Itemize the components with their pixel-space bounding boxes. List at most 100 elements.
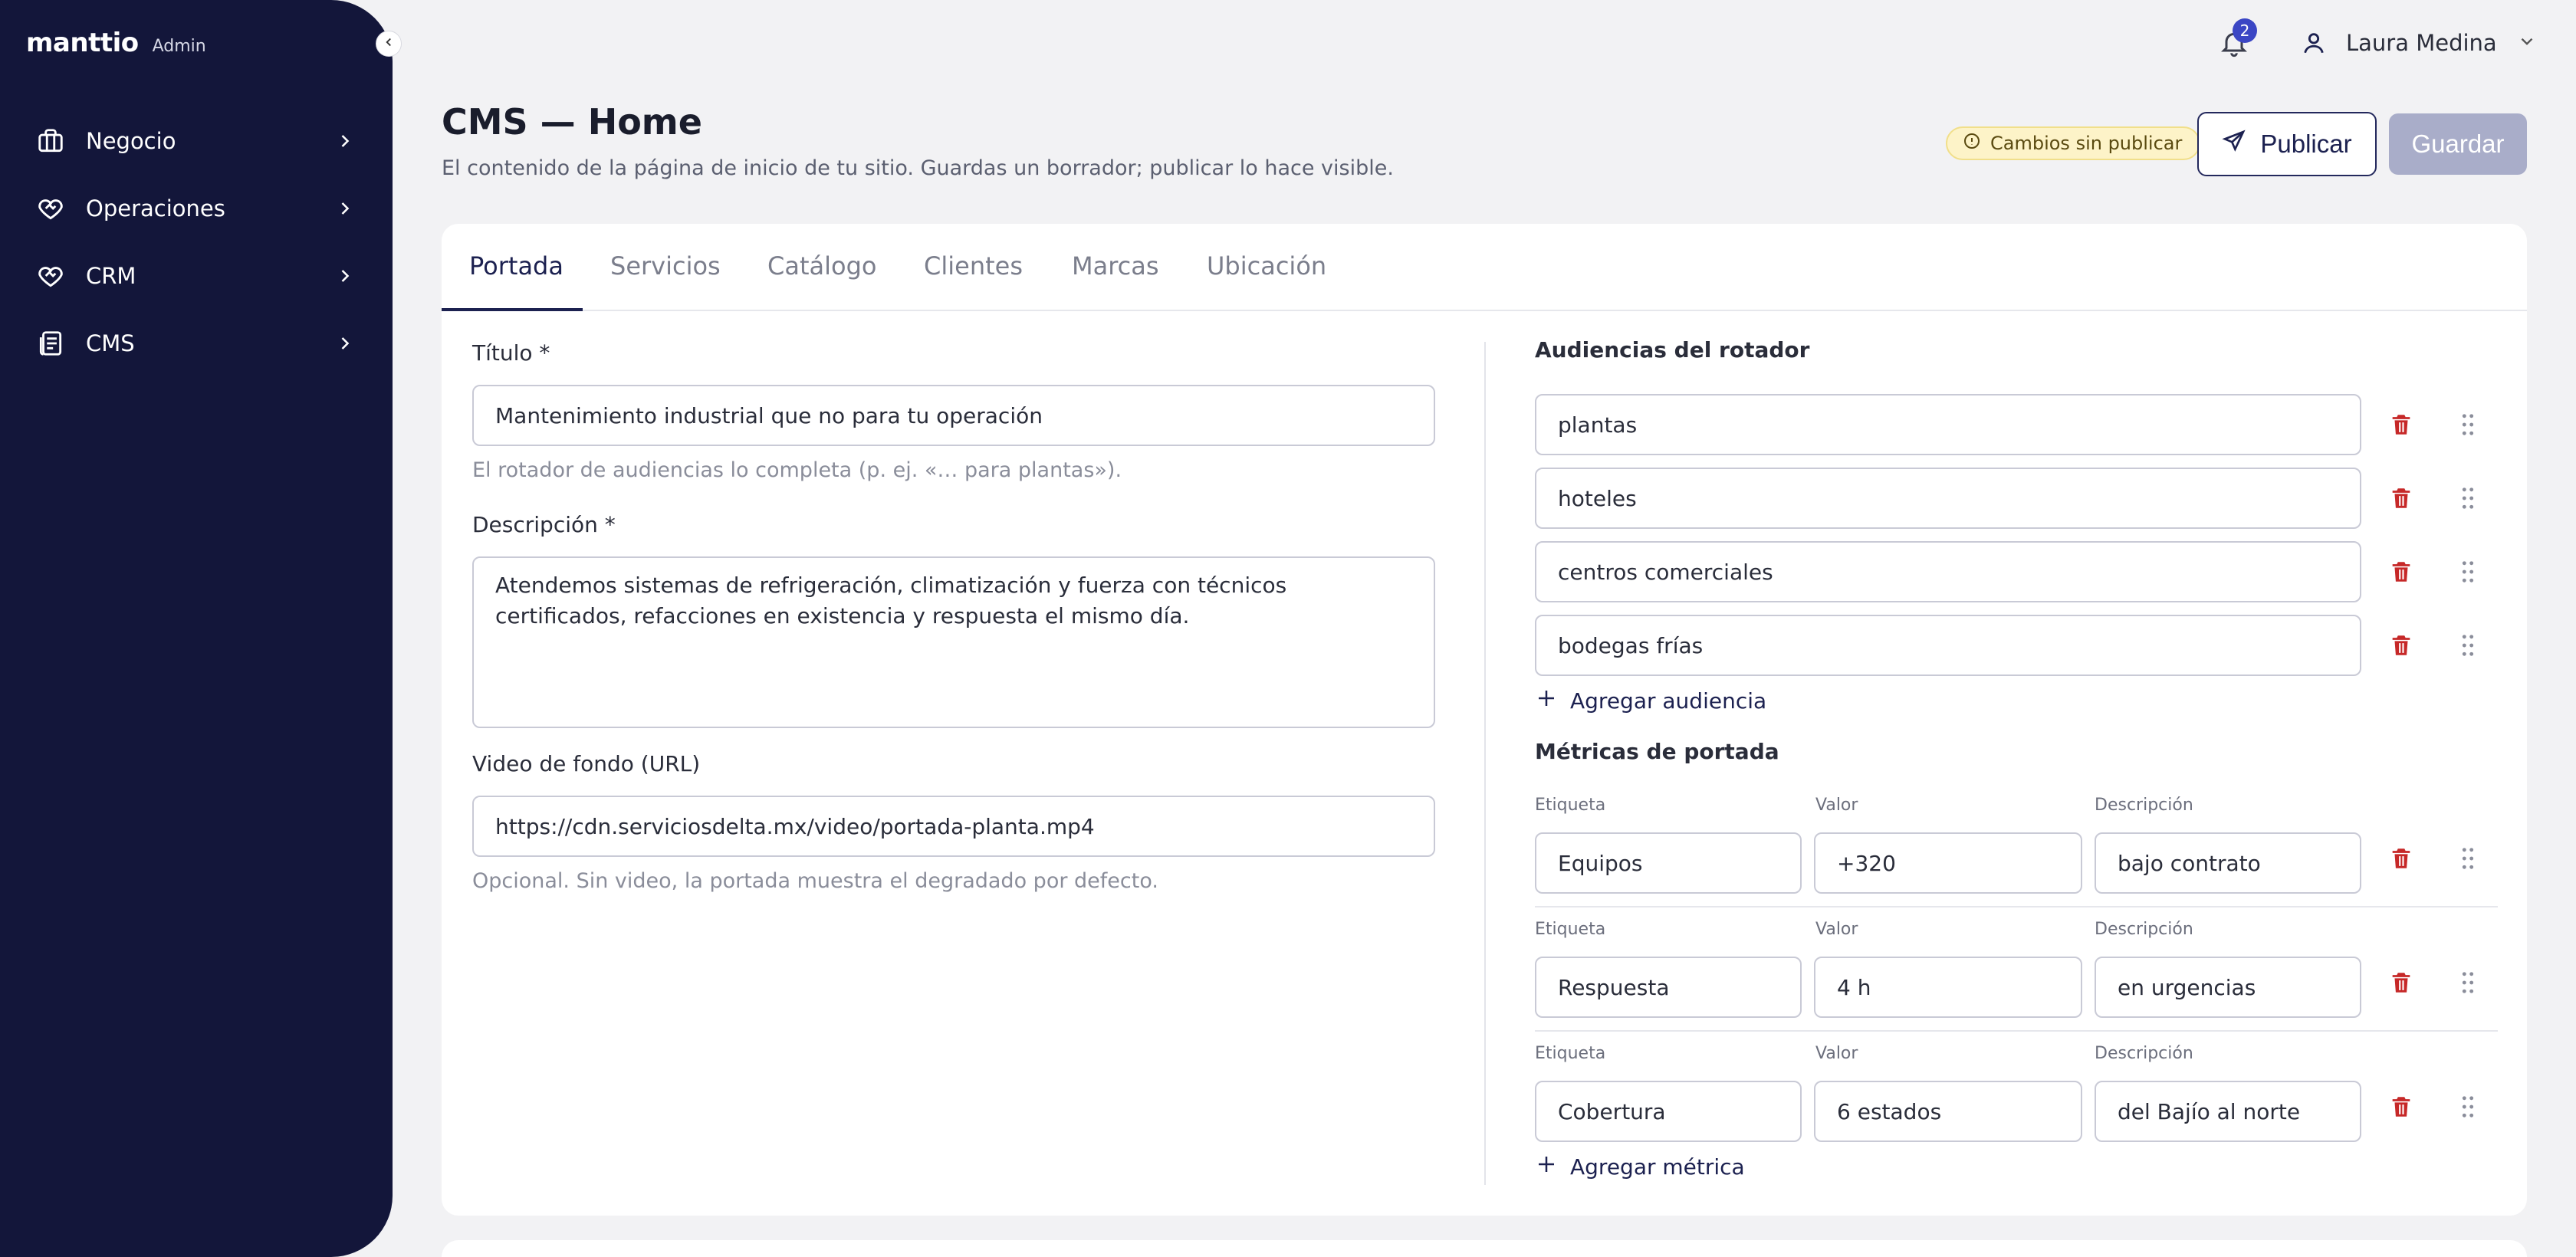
video-label: Video de fondo (URL) <box>472 751 701 776</box>
chevron-right-icon <box>334 333 356 359</box>
description-textarea[interactable]: Atendemos sistemas de refrigeración, cli… <box>472 556 1435 728</box>
drag-handle-icon[interactable] <box>2456 409 2479 440</box>
audience-input[interactable]: plantas <box>1535 394 2361 455</box>
trash-icon[interactable] <box>2386 843 2417 874</box>
trash-icon[interactable] <box>2386 630 2417 661</box>
metric-desc-header: Descripción <box>2095 796 2193 815</box>
sidebar-item-label: Operaciones <box>86 195 225 222</box>
send-icon <box>2222 129 2246 159</box>
publish-label: Publicar <box>2260 130 2352 158</box>
user-menu[interactable]: Laura Medina <box>2297 23 2537 63</box>
metric-value-input[interactable]: +320 <box>1814 832 2082 894</box>
chevron-right-icon <box>334 265 356 292</box>
drag-handle-icon[interactable] <box>2456 967 2479 998</box>
metric-label-input[interactable]: Equipos <box>1535 832 1802 894</box>
sidebar-item-operaciones[interactable]: Operaciones <box>34 175 356 242</box>
trash-icon[interactable] <box>2386 409 2417 440</box>
metric-value-header: Valor <box>1815 796 1858 815</box>
tab-servicios[interactable]: Servicios <box>610 251 721 281</box>
sidebar-item-cms[interactable]: CMS <box>34 310 356 377</box>
trash-icon[interactable] <box>2386 967 2417 998</box>
metric-value-input[interactable]: 6 estados <box>1814 1081 2082 1142</box>
chevron-left-icon <box>382 35 396 52</box>
metric-row-divider <box>1535 906 2498 907</box>
active-tab-indicator <box>442 308 583 311</box>
metric-label-input[interactable]: Respuesta <box>1535 957 1802 1018</box>
column-divider <box>1484 342 1486 1185</box>
sidebar-nav: Negocio Operaciones CRM CMS <box>34 107 356 377</box>
heart-handshake-icon <box>34 192 67 225</box>
trash-icon[interactable] <box>2386 483 2417 514</box>
sidebar-item-label: CMS <box>86 330 135 356</box>
tab-clientes[interactable]: Clientes <box>924 251 1023 281</box>
metric-label-header: Etiqueta <box>1535 1044 1606 1063</box>
metric-value-header: Valor <box>1815 920 1858 939</box>
sidebar: manttio Admin Negocio Operaciones CRM CM… <box>0 0 393 1257</box>
add-audience-button[interactable]: Agregar audiencia <box>1535 687 1766 715</box>
title-input[interactable]: Mantenimiento industrial que no para tu … <box>472 385 1435 446</box>
add-metric-label: Agregar métrica <box>1570 1154 1745 1180</box>
brand-name: manttio <box>26 28 139 58</box>
tab-marcas[interactable]: Marcas <box>1072 251 1159 281</box>
save-button[interactable]: Guardar <box>2389 113 2527 175</box>
next-section-card <box>442 1240 2527 1257</box>
drag-handle-icon[interactable] <box>2456 843 2479 874</box>
sidebar-collapse-button[interactable] <box>376 31 402 57</box>
tab-portada[interactable]: Portada <box>469 251 564 281</box>
tab-catalogo[interactable]: Catálogo <box>767 251 876 281</box>
drag-handle-icon[interactable] <box>2456 483 2479 514</box>
publish-button[interactable]: Publicar <box>2197 112 2377 176</box>
metric-value-input[interactable]: 4 h <box>1814 957 2082 1018</box>
audiences-title: Audiencias del rotador <box>1535 337 1810 363</box>
cms-pages-icon <box>34 327 67 360</box>
title-hint: El rotador de audiencias lo completa (p.… <box>472 458 1122 482</box>
drag-handle-icon[interactable] <box>2456 556 2479 587</box>
trash-icon[interactable] <box>2386 1091 2417 1122</box>
chevron-down-icon <box>2517 31 2537 54</box>
sidebar-item-label: CRM <box>86 263 136 289</box>
audience-input[interactable]: centros comerciales <box>1535 541 2361 602</box>
content-card: Portada Servicios Catálogo Clientes Marc… <box>442 224 2527 1216</box>
chevron-right-icon <box>334 130 356 157</box>
plus-icon <box>1535 1153 1558 1181</box>
drag-handle-icon[interactable] <box>2456 630 2479 661</box>
notification-count-badge: 2 <box>2233 18 2257 43</box>
metric-desc-input[interactable]: en urgencias <box>2095 957 2361 1018</box>
video-url-input[interactable]: https://cdn.serviciosdelta.mx/video/port… <box>472 796 1435 857</box>
tab-bar: Portada Servicios Catálogo Clientes Marc… <box>442 224 2527 311</box>
chevron-right-icon <box>334 198 356 225</box>
tab-ubicacion[interactable]: Ubicación <box>1207 251 1326 281</box>
sidebar-item-label: Negocio <box>86 128 176 154</box>
add-audience-label: Agregar audiencia <box>1570 688 1767 714</box>
description-label: Descripción * <box>472 512 616 537</box>
heart-handshake-icon <box>34 259 67 293</box>
sidebar-item-crm[interactable]: CRM <box>34 242 356 310</box>
sidebar-item-negocio[interactable]: Negocio <box>34 107 356 175</box>
drag-handle-icon[interactable] <box>2456 1091 2479 1122</box>
unsaved-label: Cambios sin publicar <box>1990 133 2183 154</box>
add-metric-button[interactable]: Agregar métrica <box>1535 1153 1745 1181</box>
user-name: Laura Medina <box>2346 30 2497 56</box>
building-icon <box>34 124 67 158</box>
brand-badge: Admin <box>152 37 206 56</box>
metric-row-divider <box>1535 1030 2498 1032</box>
page-title: CMS — Home <box>442 101 702 143</box>
metric-label-input[interactable]: Cobertura <box>1535 1081 1802 1142</box>
trash-icon[interactable] <box>2386 556 2417 587</box>
metric-value-header: Valor <box>1815 1044 1858 1063</box>
brand-logo[interactable]: manttio Admin <box>26 28 206 58</box>
alert-circle-icon <box>1963 132 1981 155</box>
audience-input[interactable]: bodegas frías <box>1535 615 2361 676</box>
metric-label-header: Etiqueta <box>1535 796 1606 815</box>
metrics-title: Métricas de portada <box>1535 739 1779 764</box>
metric-desc-header: Descripción <box>2095 920 2193 939</box>
page-subtitle: El contenido de la página de inicio de t… <box>442 156 1394 180</box>
user-icon <box>2297 26 2331 60</box>
metric-desc-input[interactable]: del Bajío al norte <box>2095 1081 2361 1142</box>
metric-desc-input[interactable]: bajo contrato <box>2095 832 2361 894</box>
audience-input[interactable]: hoteles <box>1535 468 2361 529</box>
metric-desc-header: Descripción <box>2095 1044 2193 1063</box>
video-hint: Opcional. Sin video, la portada muestra … <box>472 869 1158 893</box>
unsaved-changes-badge: Cambios sin publicar <box>1946 126 2201 160</box>
title-label: Título * <box>472 340 550 366</box>
